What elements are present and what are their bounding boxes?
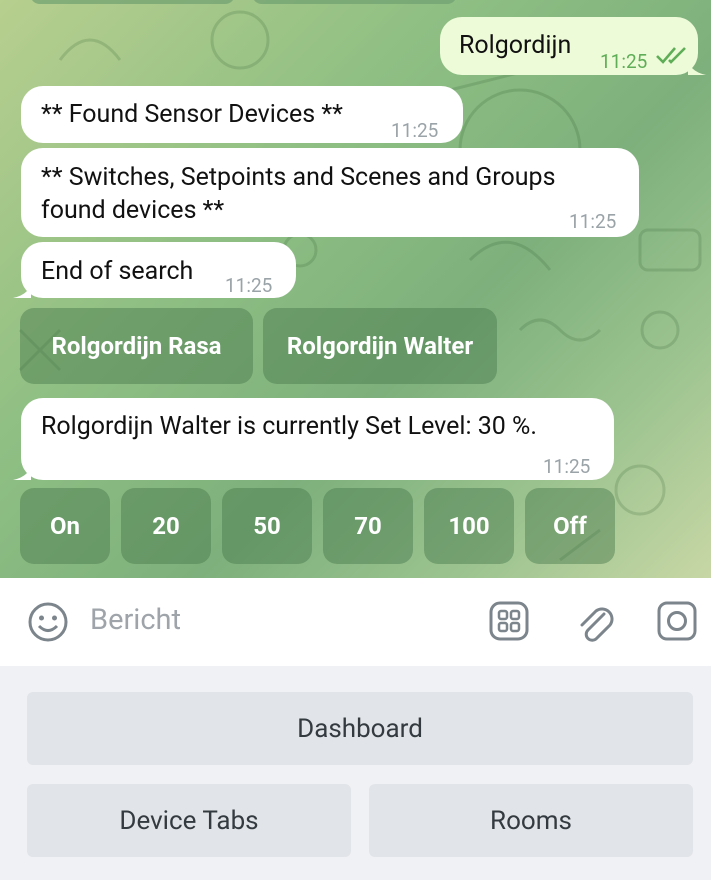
double-check-icon — [656, 47, 686, 64]
incoming-message[interactable]: ** Switches, Setpoints and Scenes and Gr… — [21, 148, 639, 237]
message-input[interactable]: Bericht — [90, 603, 181, 637]
outgoing-message[interactable]: Rolgordijn 11:25 — [440, 17, 706, 75]
reply-button-rooms[interactable]: Rooms — [369, 784, 693, 857]
reply-button-device-tabs[interactable]: Device Tabs — [27, 784, 351, 857]
attach-icon[interactable] — [574, 600, 616, 644]
message-time: 11:25 — [543, 455, 591, 478]
message-input-bar: Bericht — [0, 578, 711, 666]
inline-button-70[interactable]: 70 — [323, 488, 413, 564]
inline-button-off[interactable]: Off — [525, 488, 615, 564]
bubble-tail — [13, 462, 31, 480]
message-text: ** Found Sensor Devices ** — [41, 100, 343, 129]
message-text: End of search — [41, 257, 194, 286]
emoji-icon[interactable] — [27, 601, 69, 643]
message-time: 11:25 — [391, 119, 439, 142]
inline-button-rolgordijn-walter[interactable]: Rolgordijn Walter — [263, 308, 497, 384]
inline-button-20[interactable]: 20 — [121, 488, 211, 564]
inline-button-on[interactable]: On — [20, 488, 110, 564]
inline-button-50[interactable]: 50 — [222, 488, 312, 564]
bot-commands-icon[interactable] — [488, 600, 530, 642]
message-text: Rolgordijn — [459, 31, 572, 60]
message-time: 11:25 — [569, 210, 617, 233]
reply-keyboard: Dashboard Device Tabs Rooms — [0, 666, 711, 880]
camera-icon[interactable] — [656, 600, 698, 642]
message-text: Rolgordijn Walter is currently Set Level… — [41, 412, 537, 441]
message-text-line1: ** Switches, Setpoints and Scenes and Gr… — [41, 163, 556, 192]
message-time: 11:25 — [600, 50, 648, 73]
chat-area: Rolgordijn 11:25 ** Found Sensor Devices… — [0, 0, 711, 578]
previous-button-stub — [252, 0, 457, 4]
incoming-message[interactable]: End of search 11:25 — [13, 242, 296, 298]
reply-button-dashboard[interactable]: Dashboard — [27, 692, 693, 765]
previous-button-stub — [30, 0, 235, 4]
incoming-message[interactable]: Rolgordijn Walter is currently Set Level… — [13, 398, 614, 480]
inline-button-100[interactable]: 100 — [424, 488, 514, 564]
bubble-tail — [688, 57, 706, 75]
message-text-line2: found devices ** — [41, 196, 225, 225]
inline-button-rolgordijn-rasa[interactable]: Rolgordijn Rasa — [20, 308, 253, 384]
bubble-tail — [13, 280, 31, 298]
message-time: 11:25 — [225, 274, 273, 297]
incoming-message[interactable]: ** Found Sensor Devices ** 11:25 — [21, 86, 463, 143]
